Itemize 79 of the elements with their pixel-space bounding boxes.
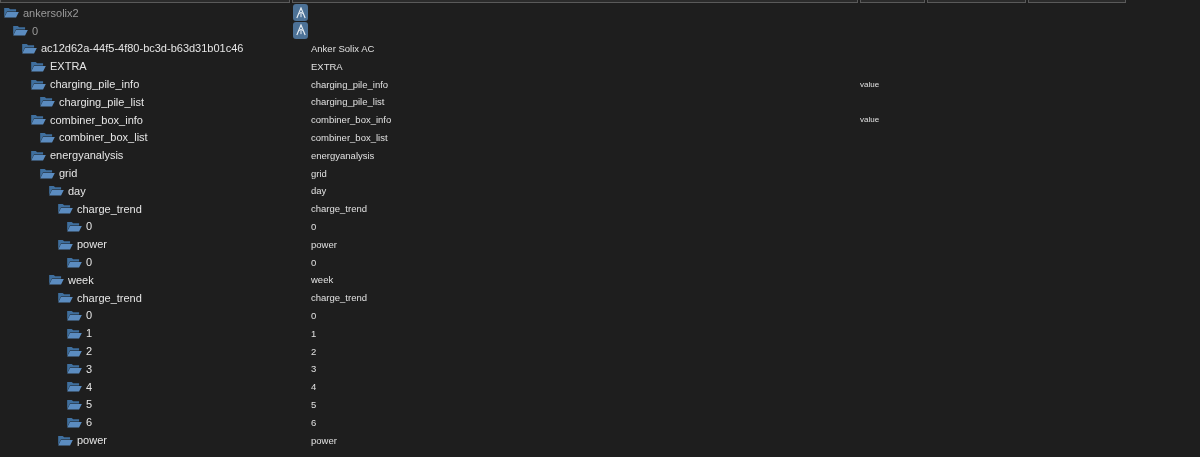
tree-item[interactable]: 2 bbox=[86, 345, 93, 358]
folder-icon bbox=[58, 292, 73, 304]
table-cell: charging_pile_info bbox=[311, 78, 389, 90]
table-cell: value bbox=[860, 115, 880, 125]
table-cell: 1 bbox=[311, 327, 317, 339]
folder-icon bbox=[58, 203, 73, 215]
arrow-up-icon bbox=[295, 24, 306, 37]
folder-icon bbox=[40, 131, 55, 143]
tree-item[interactable]: combiner_box_info bbox=[50, 113, 143, 126]
folder-icon bbox=[31, 149, 46, 161]
tree-item[interactable]: charge_trend bbox=[77, 202, 142, 215]
folder-icon bbox=[31, 60, 46, 72]
tree-item[interactable]: power bbox=[77, 238, 107, 251]
folder-icon bbox=[67, 256, 82, 268]
table-cell: power bbox=[311, 434, 337, 446]
tree-item[interactable]: 1 bbox=[86, 327, 93, 340]
table-cell: combiner_box_list bbox=[311, 131, 388, 143]
tree-item[interactable]: EXTRA bbox=[50, 60, 87, 73]
up-button[interactable] bbox=[293, 4, 308, 21]
table-cell: charge_trend bbox=[311, 292, 367, 304]
table-cell: 6 bbox=[311, 416, 317, 428]
folder-icon bbox=[31, 114, 46, 126]
table-cell: energyanalysis bbox=[311, 149, 375, 161]
folder-icon bbox=[67, 220, 82, 232]
table-cell: charge_trend bbox=[311, 203, 367, 215]
folder-icon bbox=[67, 416, 82, 428]
folder-icon bbox=[40, 96, 55, 108]
tree-item[interactable]: 5 bbox=[86, 398, 93, 411]
table-cell: 0 bbox=[311, 220, 317, 232]
folder-icon bbox=[67, 327, 82, 339]
folder-icon bbox=[67, 398, 82, 410]
table-cell: grid bbox=[311, 167, 327, 179]
up-button[interactable] bbox=[293, 21, 308, 39]
table-cell: week bbox=[311, 274, 334, 286]
table-cell: 2 bbox=[311, 345, 317, 357]
table-cell: power bbox=[311, 238, 337, 250]
table-cell: charging_pile_list bbox=[311, 96, 385, 108]
table-cell: 3 bbox=[311, 363, 317, 375]
arrow-up-icon bbox=[295, 6, 306, 19]
table-cell: 0 bbox=[311, 256, 317, 268]
table-cell: combiner_box_info bbox=[311, 114, 392, 126]
folder-icon bbox=[67, 309, 82, 321]
tree-item[interactable]: combiner_box_list bbox=[59, 131, 148, 144]
tree-item[interactable]: grid bbox=[59, 167, 78, 180]
table-cell: 4 bbox=[311, 381, 317, 393]
table-cell: 5 bbox=[311, 398, 317, 410]
table-cell: EXTRA bbox=[311, 60, 343, 72]
tree-item[interactable]: ac12d62a-44f5-4f80-bc3d-b63d31b01c46 bbox=[41, 42, 244, 55]
tree-item[interactable]: charging_pile_info bbox=[50, 78, 140, 91]
folder-icon bbox=[58, 238, 73, 250]
folder-icon bbox=[31, 78, 46, 90]
table-cell: Anker Solix AC bbox=[311, 43, 375, 54]
tree-item[interactable]: week bbox=[68, 273, 94, 286]
table-cell: value bbox=[860, 79, 880, 89]
tree-item[interactable]: 0 bbox=[86, 220, 93, 233]
tree-item[interactable]: 4 bbox=[86, 380, 93, 393]
folder-icon bbox=[67, 345, 82, 357]
folder-icon bbox=[58, 434, 73, 446]
tree-item[interactable]: 0 bbox=[32, 24, 39, 37]
tree-item[interactable]: power bbox=[77, 434, 107, 446]
tree-item[interactable]: day bbox=[68, 184, 86, 197]
folder-icon bbox=[49, 274, 64, 286]
tree-item[interactable]: charge_trend bbox=[77, 291, 142, 304]
folder-icon bbox=[22, 43, 37, 54]
folder-icon bbox=[4, 7, 19, 19]
tree-item[interactable]: charging_pile_list bbox=[59, 95, 144, 108]
table-cell: 0 bbox=[311, 309, 317, 321]
tree-item[interactable]: 3 bbox=[86, 362, 93, 375]
folder-icon bbox=[67, 363, 82, 375]
tree-item[interactable]: 0 bbox=[86, 256, 93, 269]
tree-item[interactable]: ankersolix2 bbox=[23, 6, 79, 19]
folder-icon bbox=[49, 185, 64, 197]
tree-item[interactable]: energyanalysis bbox=[50, 149, 124, 162]
table-cell: day bbox=[311, 185, 327, 197]
folder-icon bbox=[67, 381, 82, 393]
tree-item[interactable]: 0 bbox=[86, 309, 93, 322]
folder-icon bbox=[13, 25, 28, 37]
tree-item[interactable]: 6 bbox=[86, 416, 93, 429]
folder-icon bbox=[40, 167, 55, 179]
